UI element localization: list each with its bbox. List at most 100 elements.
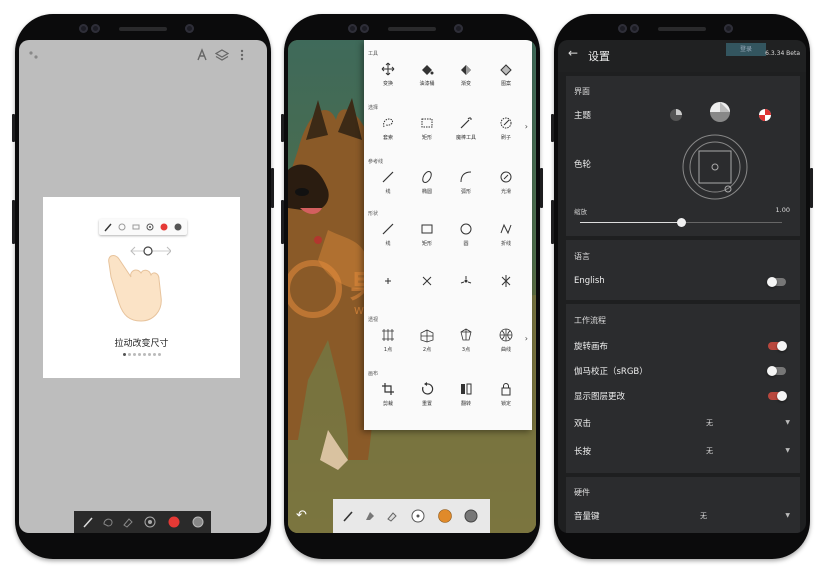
chevron-right-icon[interactable]: › — [525, 334, 528, 343]
brush-icon[interactable] — [80, 514, 96, 530]
tool-symmetry3[interactable] — [448, 273, 484, 313]
tool-perspective-1[interactable]: 1点 — [370, 327, 406, 367]
magic-wand-icon — [460, 117, 472, 129]
tool-shape-rect[interactable]: 矩形 — [409, 221, 445, 261]
section-title-interface: 界面 — [574, 87, 590, 96]
theme-label: 主题 — [574, 111, 592, 121]
page-dot — [142, 353, 146, 356]
color-picker-button[interactable] — [437, 508, 453, 524]
text-icon[interactable] — [195, 48, 209, 62]
perspective-1-icon — [382, 329, 394, 341]
tool-line[interactable]: 线 — [370, 169, 406, 209]
brush-icon[interactable] — [340, 508, 356, 524]
language-toggle[interactable] — [767, 277, 786, 287]
opacity-icon[interactable] — [463, 508, 479, 524]
reset-icon — [422, 382, 434, 395]
chevron-down-icon[interactable]: ▼ — [785, 512, 790, 519]
tool-lock[interactable]: 锁定 — [488, 381, 524, 421]
page-dot — [122, 353, 126, 356]
shape-rect-icon — [421, 224, 433, 234]
zoom-slider-thumb[interactable] — [677, 218, 686, 227]
mini-toolbar-illustration — [99, 219, 187, 235]
tool-polyline[interactable]: 折线 — [488, 221, 524, 261]
opacity-icon — [174, 223, 182, 231]
polyline-icon — [500, 223, 512, 235]
lock-icon — [501, 383, 511, 396]
eraser-icon[interactable] — [384, 508, 400, 524]
tool-flip[interactable]: 翻转 — [448, 381, 484, 421]
interface-card: 界面 主题 色轮 缩放 1.00 — [566, 76, 800, 236]
tool-smooth[interactable]: 光滑 — [488, 169, 524, 209]
gamma-correction-label: 伽马校正（sRGB） — [574, 367, 648, 377]
tool-symmetry2[interactable] — [409, 273, 445, 313]
smudge-icon — [118, 223, 126, 231]
tool-label: 锁定 — [500, 401, 511, 407]
flip-icon — [461, 383, 472, 395]
tool-label: 刷子 — [500, 135, 511, 141]
tool-magic-wand[interactable]: 魔棒工具 — [448, 115, 484, 155]
page-dot — [152, 353, 156, 356]
undo-icon[interactable]: ↶ — [296, 508, 307, 523]
theme-red-option[interactable] — [758, 108, 772, 122]
menu-icon[interactable] — [27, 48, 41, 62]
curve-grid-icon — [499, 328, 513, 342]
settings-header: ← 设置 登录 6.3.34 Beta — [558, 40, 806, 72]
theme-dark-option[interactable] — [669, 108, 683, 122]
symmetry4-icon — [501, 275, 511, 287]
tool-brush-select[interactable]: 刷子 — [488, 115, 524, 155]
tool-crop[interactable]: 剪裁 — [370, 381, 406, 421]
tool-circle[interactable]: 圆 — [448, 221, 484, 261]
tool-label: 矩形 — [421, 241, 432, 247]
double-tap-value[interactable]: 无 — [706, 418, 713, 428]
tool-shape-line[interactable]: 线 — [370, 221, 406, 261]
theme-light-option[interactable] — [709, 101, 731, 123]
tool-perspective-2[interactable]: 2点 — [409, 327, 445, 367]
opacity-icon[interactable] — [190, 514, 206, 530]
hardware-card: 硬件 音量键 无 ▼ — [566, 477, 800, 533]
long-press-value[interactable]: 无 — [706, 446, 713, 456]
tool-lasso[interactable]: 套索 — [370, 115, 406, 155]
eraser-icon[interactable] — [120, 514, 136, 530]
brush-size-icon[interactable] — [142, 514, 158, 530]
zoom-slider[interactable] — [580, 218, 782, 227]
brush-size-icon[interactable] — [410, 508, 426, 524]
show-layer-changes-label: 显示图层更改 — [574, 392, 626, 402]
tool-ellipse-guide[interactable]: 椭圆 — [409, 169, 445, 209]
tool-perspective-3[interactable]: 3点 — [448, 327, 484, 367]
tool-arc[interactable]: 弧形 — [448, 169, 484, 209]
tool-move[interactable]: 变换 — [370, 61, 406, 101]
tool-rect-select[interactable]: 矩形 — [409, 115, 445, 155]
smooth-icon — [500, 171, 512, 183]
volume-keys-value[interactable]: 无 — [700, 511, 707, 521]
tool-paint-bucket[interactable]: 油漆桶 — [409, 61, 445, 101]
smudge-icon[interactable] — [362, 508, 378, 524]
canvas-screen: 果核剥壳 WWW.GHPYM.COM 工具变换油漆桶渐变图案选择套索矩形魔棒工具… — [288, 40, 536, 533]
back-arrow-icon[interactable]: ← — [568, 46, 578, 60]
chevron-right-icon[interactable]: › — [525, 122, 528, 131]
rotate-canvas-toggle[interactable] — [768, 341, 787, 351]
tool-label: 渐变 — [460, 81, 471, 87]
more-icon[interactable] — [235, 48, 249, 62]
smudge-icon[interactable] — [100, 514, 116, 530]
chevron-down-icon[interactable]: ▼ — [785, 447, 790, 454]
double-tap-label: 双击 — [574, 419, 592, 429]
gamma-correction-toggle[interactable] — [767, 366, 786, 376]
tool-reset[interactable]: 重置 — [409, 381, 445, 421]
color-wheel-preview[interactable] — [680, 132, 750, 202]
tool-curve-grid[interactable]: 曲线 — [488, 327, 524, 367]
language-value[interactable]: English — [574, 276, 605, 286]
chevron-down-icon[interactable]: ▼ — [785, 419, 790, 426]
tutorial-title: 拉动改变尺寸 — [114, 339, 169, 349]
layers-icon[interactable] — [215, 48, 229, 62]
show-layer-changes-toggle[interactable] — [768, 391, 787, 401]
tool-symmetry4[interactable] — [488, 273, 524, 313]
tool-pattern[interactable]: 图案 — [488, 61, 524, 101]
tool-label: 线 — [385, 241, 391, 247]
tool-symmetry[interactable] — [370, 273, 406, 313]
tool-label: 光滑 — [500, 189, 511, 195]
color-picker-button[interactable] — [166, 514, 182, 530]
login-button[interactable]: 登录 — [726, 43, 766, 56]
tool-gradient[interactable]: 渐变 — [448, 61, 484, 101]
tool-label: 剪裁 — [382, 401, 393, 407]
language-card: 语言 English — [566, 240, 800, 300]
